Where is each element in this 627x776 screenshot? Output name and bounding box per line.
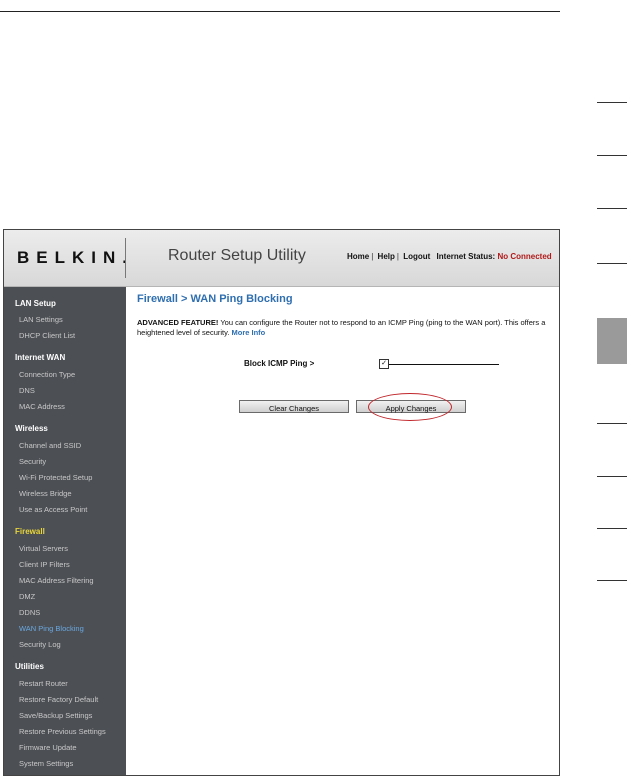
sidebar-item-restore-previous-settings[interactable]: Restore Previous Settings [19, 727, 106, 736]
sidebar-item-restart-router[interactable]: Restart Router [19, 679, 68, 688]
sidebar: LAN Setup LAN Settings DHCP Client List … [4, 287, 126, 775]
side-tab-marker [597, 102, 627, 103]
home-link[interactable]: Home [347, 252, 369, 261]
help-link[interactable]: Help [378, 252, 395, 261]
internet-status-label: Internet Status: [436, 252, 496, 261]
header-links: Home | Help | Logout Internet Status: No C… [347, 252, 552, 261]
sidebar-item-channel-and-ssid[interactable]: Channel and SSID [19, 441, 81, 450]
sidebar-item-ddns[interactable]: DDNS [19, 608, 40, 617]
logo-divider [125, 238, 126, 278]
main-content: Firewall > WAN Ping Blocking ADVANCED FE… [126, 287, 559, 775]
advanced-feature-label: ADVANCED FEATURE! [137, 318, 219, 327]
sidebar-item-mac-address-filtering[interactable]: MAC Address Filtering [19, 576, 94, 585]
sidebar-item-wireless-bridge[interactable]: Wireless Bridge [19, 489, 72, 498]
sidebar-section-firewall: Firewall [15, 527, 45, 536]
logout-link[interactable]: Logout [403, 252, 430, 261]
page-description: ADVANCED FEATURE! You can configure the … [137, 318, 557, 338]
sidebar-item-save-backup-settings[interactable]: Save/Backup Settings [19, 711, 92, 720]
sidebar-section-lan-setup: LAN Setup [15, 299, 56, 308]
internet-status-value: No Connected [497, 252, 552, 261]
block-icmp-ping-label: Block ICMP Ping > [244, 359, 315, 368]
side-tab-active [597, 318, 627, 364]
sidebar-item-dns[interactable]: DNS [19, 386, 35, 395]
sidebar-section-internet-wan: Internet WAN [15, 353, 66, 362]
callout-line [389, 364, 499, 365]
side-tab-marker [597, 580, 627, 581]
sidebar-item-connection-type[interactable]: Connection Type [19, 370, 75, 379]
sidebar-item-lan-settings[interactable]: LAN Settings [19, 315, 63, 324]
brand-logo: BELKIN. [17, 248, 134, 267]
sidebar-item-dmz[interactable]: DMZ [19, 592, 35, 601]
sidebar-item-client-ip-filters[interactable]: Client IP Filters [19, 560, 70, 569]
side-tab-marker [597, 155, 627, 156]
side-tab-marker [597, 476, 627, 477]
sidebar-section-utilities: Utilities [15, 662, 44, 671]
sidebar-section-wireless: Wireless [15, 424, 48, 433]
sidebar-item-system-settings[interactable]: System Settings [19, 759, 73, 768]
sidebar-item-mac-address[interactable]: MAC Address [19, 402, 65, 411]
sidebar-item-wan-ping-blocking[interactable]: WAN Ping Blocking [19, 624, 84, 633]
sidebar-item-security[interactable]: Security [19, 457, 46, 466]
router-ui-window: BELKIN. Router Setup Utility Home | Help |… [3, 229, 560, 776]
sidebar-item-firmware-update[interactable]: Firmware Update [19, 743, 77, 752]
header-bar: BELKIN. Router Setup Utility Home | Help |… [4, 230, 559, 287]
sidebar-item-virtual-servers[interactable]: Virtual Servers [19, 544, 68, 553]
page-title: Firewall > WAN Ping Blocking [137, 293, 293, 305]
block-icmp-ping-checkbox[interactable]: ✓ [379, 359, 389, 369]
side-tab-marker [597, 528, 627, 529]
side-tab-marker [597, 263, 627, 264]
app-title: Router Setup Utility [168, 247, 306, 264]
sidebar-item-security-log[interactable]: Security Log [19, 640, 61, 649]
more-info-link[interactable]: More Info [232, 328, 266, 337]
sidebar-item-wifi-protected-setup[interactable]: Wi-Fi Protected Setup [19, 473, 92, 482]
clear-changes-button[interactable]: Clear Changes [239, 400, 349, 413]
side-tab-marker [597, 423, 627, 424]
sidebar-item-use-as-access-point[interactable]: Use as Access Point [19, 505, 87, 514]
sidebar-item-restore-factory-default[interactable]: Restore Factory Default [19, 695, 98, 704]
highlight-oval [368, 393, 452, 421]
side-tab-marker [597, 208, 627, 209]
top-rule [0, 11, 560, 12]
sidebar-item-dhcp-client-list[interactable]: DHCP Client List [19, 331, 75, 340]
